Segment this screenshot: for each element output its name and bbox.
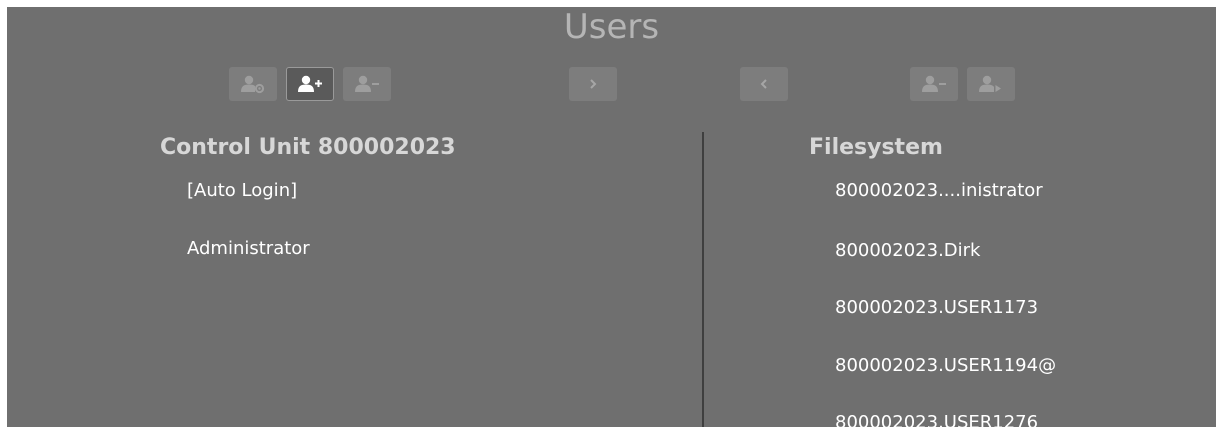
- control-unit-user-item[interactable]: Administrator: [187, 238, 310, 259]
- filesystem-user-item[interactable]: 800002023.USER1173: [835, 297, 1038, 318]
- filesystem-user-item[interactable]: 800002023....inistrator: [835, 180, 1043, 201]
- export-user-button[interactable]: [967, 67, 1015, 101]
- remove-user-button[interactable]: [343, 67, 391, 101]
- column-divider: [702, 132, 704, 427]
- user-settings-button[interactable]: [229, 67, 277, 101]
- user-export-icon: [978, 74, 1004, 94]
- control-unit-user-item[interactable]: [Auto Login]: [187, 180, 297, 201]
- page-title: Users: [563, 7, 660, 47]
- user-settings-icon: [240, 74, 266, 94]
- arrow-left-icon: [757, 77, 771, 91]
- users-panel: Users Control Unit 800002023 [Auto Login…: [7, 7, 1216, 427]
- move-left-button[interactable]: [740, 67, 788, 101]
- filesystem-heading: Filesystem: [809, 135, 943, 160]
- filesystem-user-item[interactable]: 800002023.Dirk: [835, 240, 980, 261]
- user-remove-icon: [921, 74, 947, 94]
- user-add-icon: [297, 74, 323, 94]
- add-user-button[interactable]: [286, 67, 334, 101]
- user-remove-icon: [354, 74, 380, 94]
- control-unit-heading: Control Unit 800002023: [160, 135, 456, 160]
- move-right-button[interactable]: [569, 67, 617, 101]
- arrow-right-icon: [586, 77, 600, 91]
- filesystem-user-item[interactable]: 800002023.USER1194@: [835, 355, 1056, 376]
- filesystem-user-item[interactable]: 800002023.USER1276: [835, 412, 1038, 427]
- remove-file-user-button[interactable]: [910, 67, 958, 101]
